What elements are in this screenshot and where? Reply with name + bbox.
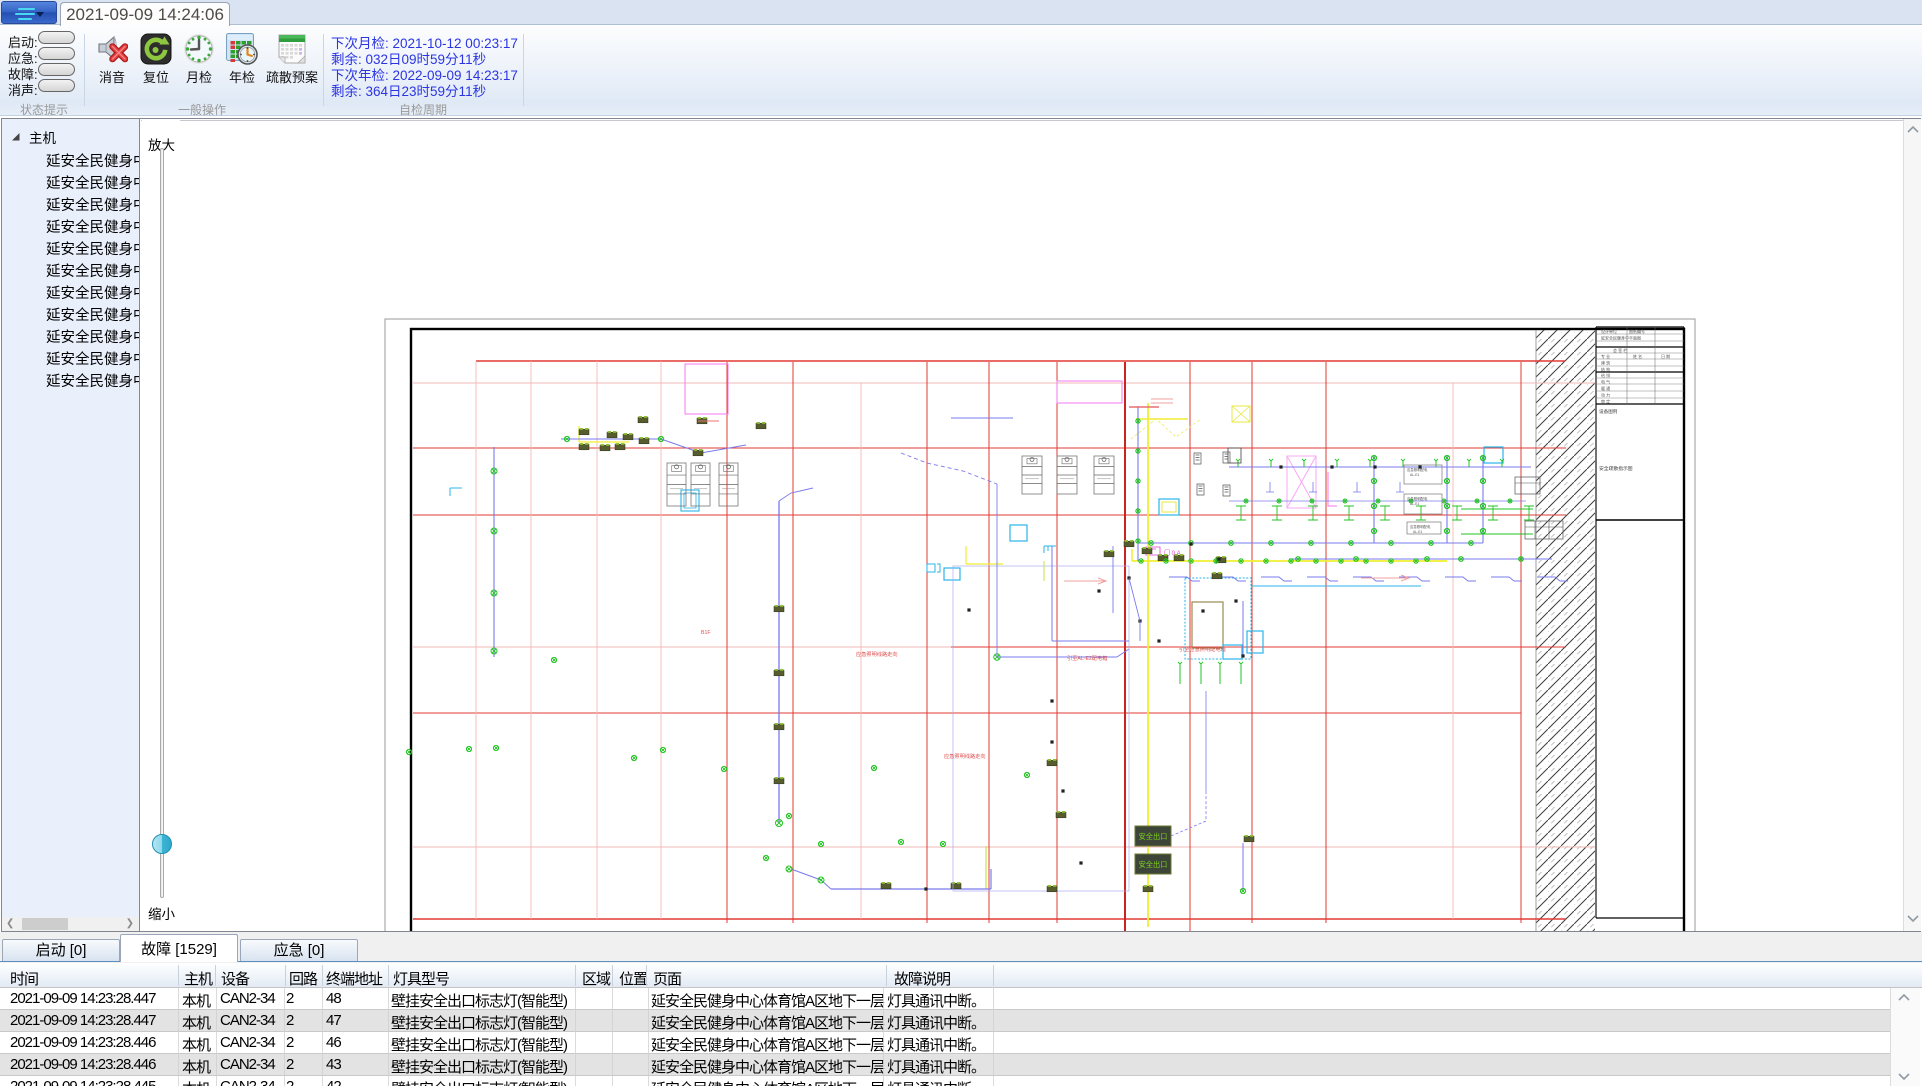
svg-text:暖 通: 暖 通: [1601, 385, 1610, 391]
svg-text:安全疏散指示图: 安全疏散指示图: [1599, 465, 1633, 472]
svg-text:建 筑: 建 筑: [1601, 360, 1610, 366]
svg-text:AL-E1: AL-E1: [1413, 530, 1423, 534]
svg-text:应急照明配电: 应急照明配电: [1407, 496, 1428, 501]
svg-text:图纸编号: 图纸编号: [1629, 328, 1645, 334]
svg-text:专 业: 专 业: [1601, 353, 1610, 359]
svg-text:应急照明线路走向: 应急照明线路走向: [856, 650, 898, 658]
svg-text:审 定: 审 定: [1601, 398, 1610, 404]
svg-text:应急照明配电: 应急照明配电: [1407, 467, 1428, 472]
svg-text:平面图: 平面图: [1629, 335, 1641, 341]
svg-text:应急照明线路走向: 应急照明线路走向: [944, 752, 986, 760]
svg-text:设计单位: 设计单位: [1601, 328, 1617, 334]
svg-text:会 签 栏: 会 签 栏: [1613, 347, 1627, 353]
svg-text:应急照明配电: 应急照明配电: [1410, 524, 1431, 529]
svg-text:设备图例: 设备图例: [1599, 408, 1618, 415]
svg-text:安全出口: 安全出口: [1139, 860, 1168, 869]
svg-text:延安全民健身中: 延安全民健身中: [1601, 335, 1629, 341]
svg-text:结 构: 结 构: [1601, 366, 1610, 372]
svg-text:AL-E1: AL-E1: [1410, 473, 1420, 477]
svg-text:AL-E1: AL-E1: [1410, 502, 1420, 506]
svg-text:引至AL-E2配电箱: 引至AL-E2配电箱: [1067, 654, 1107, 662]
svg-text:姓 名: 姓 名: [1633, 353, 1642, 359]
svg-text:日 期: 日 期: [1661, 353, 1670, 359]
svg-text:给 排: 给 排: [1601, 372, 1610, 378]
svg-text:电 气: 电 气: [1601, 379, 1610, 385]
svg-text:安全出口: 安全出口: [1139, 832, 1168, 841]
svg-text:动 力: 动 力: [1601, 392, 1610, 398]
svg-text:引至应急照明配电箱: 引至应急照明配电箱: [1179, 645, 1226, 653]
svg-text:B1F: B1F: [701, 630, 711, 636]
